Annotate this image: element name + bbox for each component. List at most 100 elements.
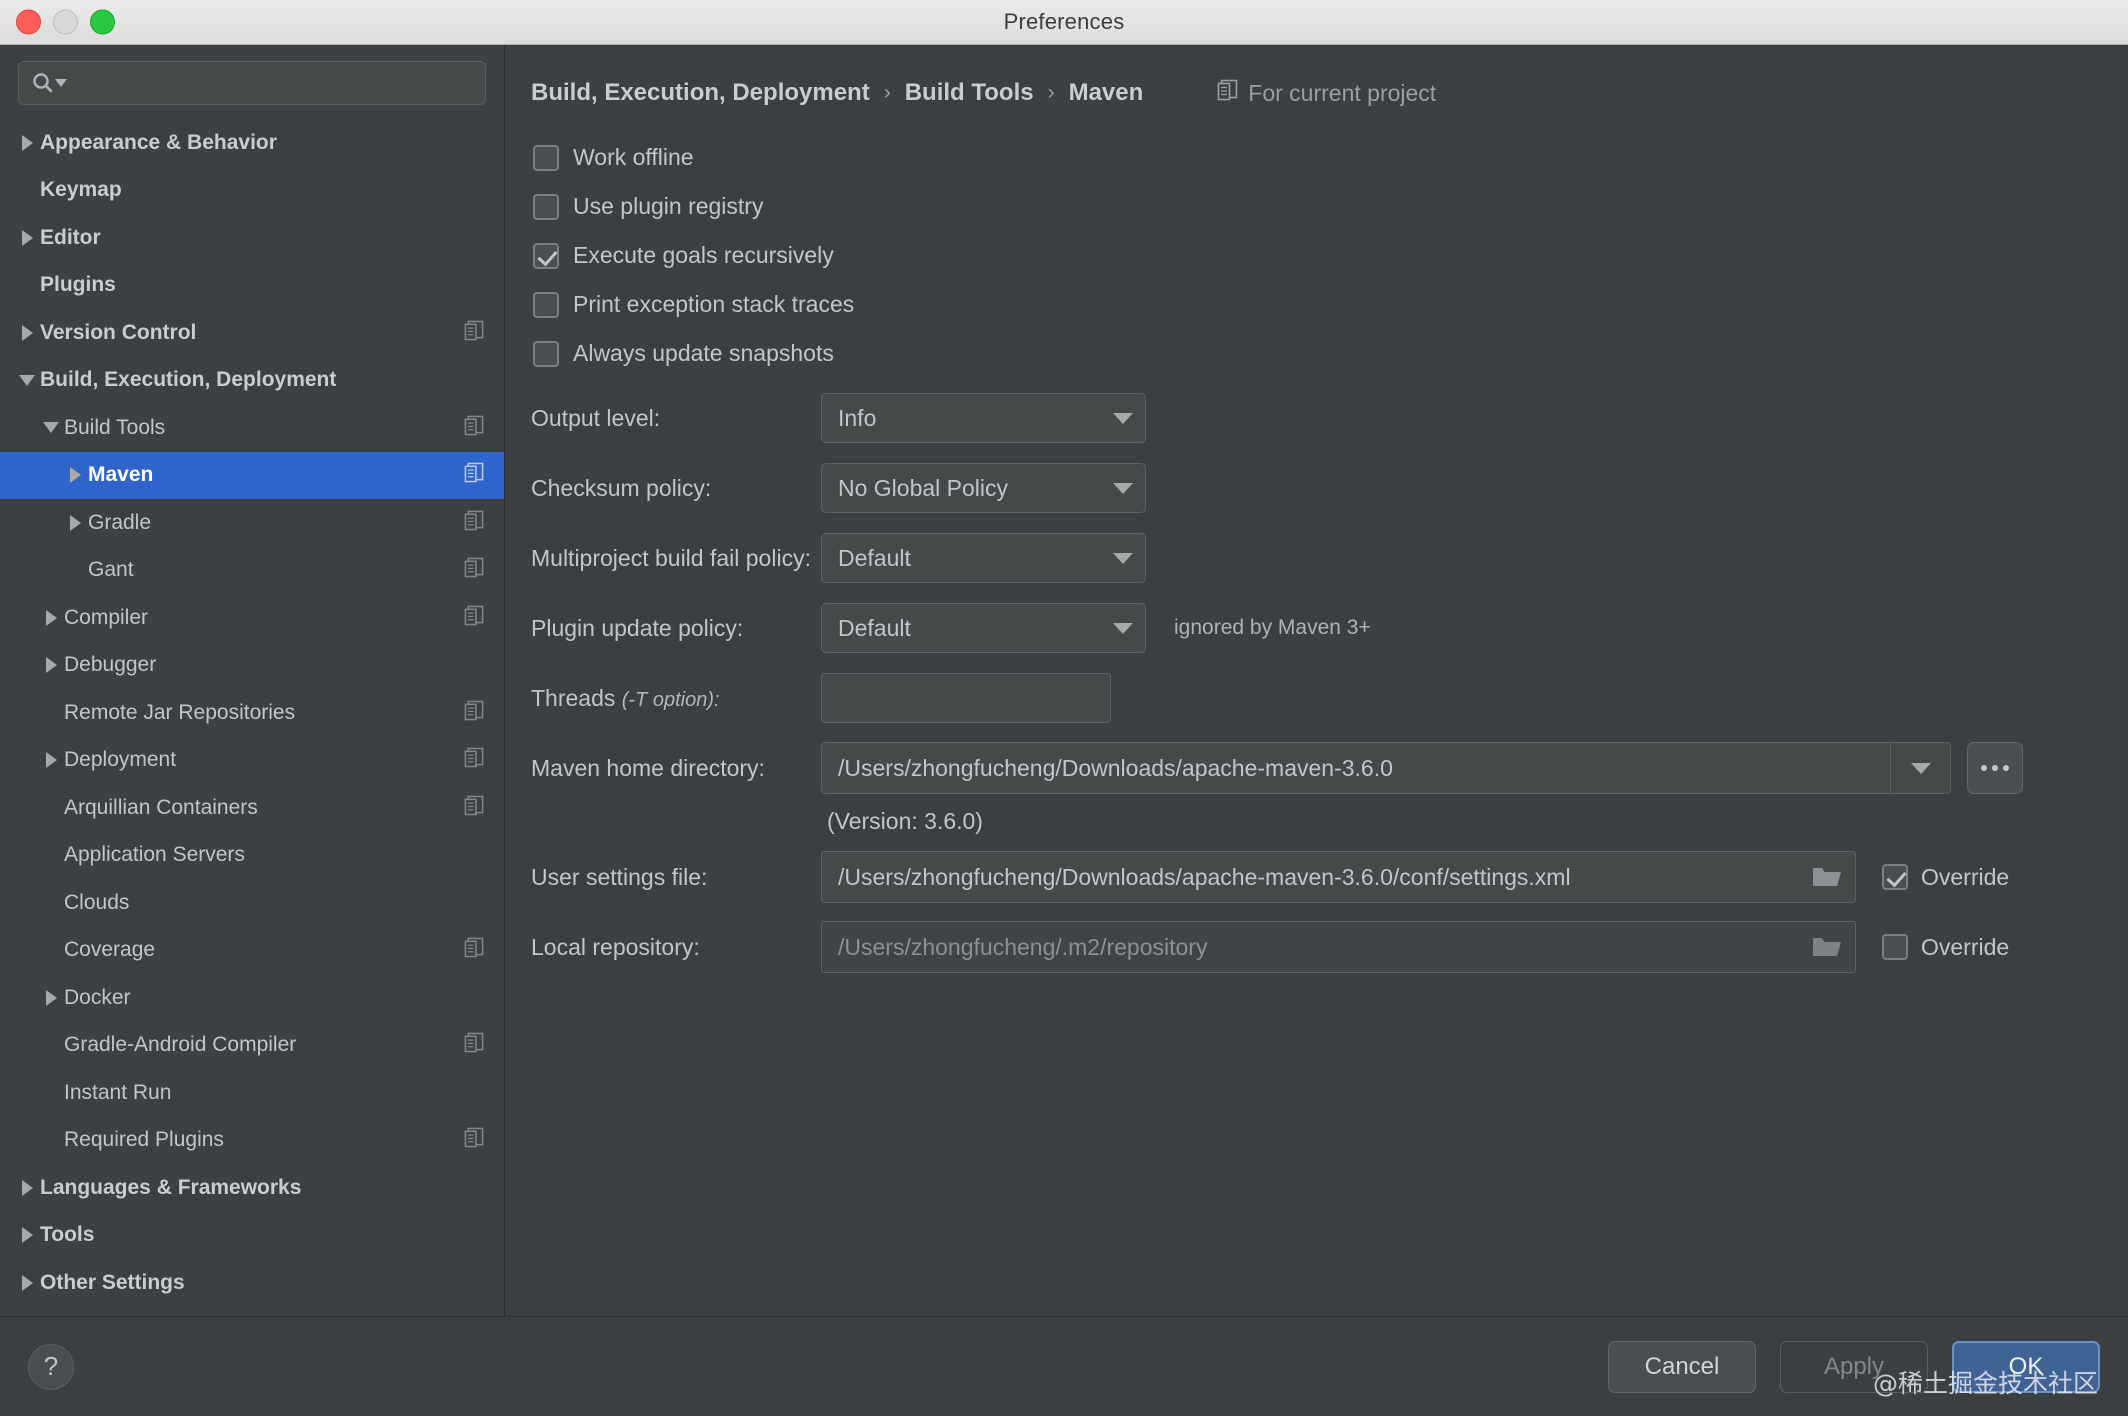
sidebar-item-build-tools[interactable]: Build Tools xyxy=(0,404,504,452)
chevron-down-icon[interactable] xyxy=(38,422,64,433)
local-repository-input[interactable]: /Users/zhongfucheng/.m2/repository xyxy=(821,921,1856,973)
checkbox-execute-goals-recursively[interactable] xyxy=(533,243,559,269)
checksum-policy-select[interactable]: No Global Policy xyxy=(821,463,1146,513)
settings-sidebar: Appearance & BehaviorKeymap Editor Plugins… xyxy=(0,45,505,1316)
sidebar-item-arquillian-containers[interactable]: Arquillian Containers xyxy=(0,784,504,832)
sidebar-item-keymap[interactable]: Keymap xyxy=(0,167,504,215)
sidebar-item-other-settings[interactable]: Other Settings xyxy=(0,1259,504,1307)
chevron-right-icon[interactable] xyxy=(14,1180,40,1196)
ellipsis-icon xyxy=(2003,765,2009,771)
sidebar-item-label: Editor xyxy=(40,226,101,250)
sidebar-item-label: Plugins xyxy=(40,273,116,297)
threads-input[interactable] xyxy=(821,673,1111,723)
sidebar-item-docker[interactable]: Docker xyxy=(0,974,504,1022)
copy-badge-icon xyxy=(464,462,484,488)
settings-tree[interactable]: Appearance & BehaviorKeymap Editor Plugins… xyxy=(0,115,504,1316)
cancel-button[interactable]: Cancel xyxy=(1608,1341,1756,1393)
checkbox-row-use-plugin-registry[interactable]: Use plugin registry xyxy=(533,182,2098,231)
sidebar-item-label: Deployment xyxy=(64,748,176,772)
output-level-select[interactable]: Info xyxy=(821,393,1146,443)
chevron-right-icon[interactable] xyxy=(38,657,64,673)
sidebar-item-gradle[interactable]: Gradle xyxy=(0,499,504,547)
chevron-right-icon[interactable] xyxy=(38,752,64,768)
chevron-right-icon[interactable] xyxy=(38,990,64,1006)
user-settings-override-checkbox[interactable] xyxy=(1882,864,1908,890)
multiproject-policy-select[interactable]: Default xyxy=(821,533,1146,583)
maven-home-combo[interactable]: /Users/zhongfucheng/Downloads/apache-mav… xyxy=(821,742,1951,794)
sidebar-item-label: Arquillian Containers xyxy=(64,796,258,820)
sidebar-item-compiler[interactable]: Compiler xyxy=(0,594,504,642)
chevron-right-icon[interactable] xyxy=(38,610,64,626)
checkbox-use-plugin-registry[interactable] xyxy=(533,194,559,220)
chevron-right-icon[interactable] xyxy=(14,1227,40,1243)
user-settings-input[interactable]: /Users/zhongfucheng/Downloads/apache-mav… xyxy=(821,851,1856,903)
sidebar-item-deployment[interactable]: Deployment xyxy=(0,737,504,785)
chevron-right-icon[interactable] xyxy=(14,325,40,341)
checkbox-row-work-offline[interactable]: Work offline xyxy=(533,133,2098,182)
ok-button[interactable]: OK xyxy=(1952,1341,2100,1393)
sidebar-item-editor[interactable]: Editor xyxy=(0,214,504,262)
user-settings-value: /Users/zhongfucheng/Downloads/apache-mav… xyxy=(822,864,1799,891)
chevron-down-icon xyxy=(1113,623,1133,634)
sidebar-item-build-execution-deployment[interactable]: Build, Execution, Deployment xyxy=(0,357,504,405)
folder-icon[interactable] xyxy=(1799,935,1855,959)
search-dropdown-icon[interactable] xyxy=(55,79,67,88)
search-input[interactable] xyxy=(77,73,473,94)
close-button[interactable] xyxy=(16,10,41,35)
zoom-button[interactable] xyxy=(90,10,115,35)
sidebar-item-instant-run[interactable]: Instant Run xyxy=(0,1069,504,1117)
window-title: Preferences xyxy=(0,9,2128,35)
sidebar-item-languages-frameworks[interactable]: Languages & Frameworks xyxy=(0,1164,504,1212)
chevron-right-icon[interactable] xyxy=(14,135,40,151)
checkbox-row-print-exception-stack-traces[interactable]: Print exception stack traces xyxy=(533,280,2098,329)
sidebar-item-debugger[interactable]: Debugger xyxy=(0,642,504,690)
output-level-row: Output level: Info xyxy=(527,392,2098,444)
checkbox-print-exception-stack-traces[interactable] xyxy=(533,292,559,318)
breadcrumb-item-build-tools[interactable]: Build Tools xyxy=(905,79,1034,107)
sidebar-item-version-control[interactable]: Version Control xyxy=(0,309,504,357)
user-settings-override-group[interactable]: Override xyxy=(1882,864,2009,891)
sidebar-item-gradle-android-compiler[interactable]: Gradle-Android Compiler xyxy=(0,1022,504,1070)
search-box[interactable] xyxy=(18,61,486,105)
chevron-right-icon[interactable] xyxy=(62,515,88,531)
copy-badge-icon xyxy=(464,510,484,536)
sidebar-item-gant[interactable]: Gant xyxy=(0,547,504,595)
local-repository-override-checkbox[interactable] xyxy=(1882,934,1908,960)
sidebar-item-required-plugins[interactable]: Required Plugins xyxy=(0,1117,504,1165)
checkbox-always-update-snapshots[interactable] xyxy=(533,341,559,367)
chevron-right-icon[interactable] xyxy=(62,467,88,483)
sidebar-item-appearance-behavior[interactable]: Appearance & Behavior xyxy=(0,119,504,167)
sidebar-item-maven[interactable]: Maven xyxy=(0,452,504,500)
maven-home-dropdown-button[interactable] xyxy=(1890,743,1950,793)
sidebar-item-coverage[interactable]: Coverage xyxy=(0,927,504,975)
folder-icon[interactable] xyxy=(1799,865,1855,889)
dialog-footer: ? Cancel Apply OK @稀土掘金技术社区 xyxy=(0,1316,2128,1416)
checkbox-label-print-exception-stack-traces: Print exception stack traces xyxy=(573,291,854,318)
copy-badge-icon xyxy=(464,747,484,773)
maven-home-browse-button[interactable] xyxy=(1967,742,2023,794)
sidebar-item-application-servers[interactable]: Application Servers xyxy=(0,832,504,880)
multiproject-policy-label: Multiproject build fail policy: xyxy=(531,545,821,572)
plugin-update-policy-select[interactable]: Default xyxy=(821,603,1146,653)
checkbox-row-execute-goals-recursively[interactable]: Execute goals recursively xyxy=(533,231,2098,280)
breadcrumb-item-maven[interactable]: Maven xyxy=(1069,79,1144,107)
help-button[interactable]: ? xyxy=(28,1344,74,1390)
sidebar-item-clouds[interactable]: Clouds xyxy=(0,879,504,927)
checksum-policy-value: No Global Policy xyxy=(838,475,1113,502)
apply-button[interactable]: Apply xyxy=(1780,1341,1928,1393)
local-repository-override-group[interactable]: Override xyxy=(1882,934,2009,961)
chevron-right-icon[interactable] xyxy=(14,1275,40,1291)
minimize-button[interactable] xyxy=(53,10,78,35)
chevron-right-icon[interactable] xyxy=(14,230,40,246)
sidebar-item-plugins[interactable]: Plugins xyxy=(0,262,504,310)
threads-label-sub: (-T option): xyxy=(622,689,720,711)
checkbox-label-execute-goals-recursively: Execute goals recursively xyxy=(573,242,834,269)
checkbox-row-always-update-snapshots[interactable]: Always update snapshots xyxy=(533,329,2098,378)
checkbox-work-offline[interactable] xyxy=(533,145,559,171)
sidebar-item-tools[interactable]: Tools xyxy=(0,1212,504,1260)
sidebar-item-remote-jar-repositories[interactable]: Remote Jar Repositories xyxy=(0,689,504,737)
sidebar-item-label: Compiler xyxy=(64,606,148,630)
chevron-down-icon[interactable] xyxy=(14,375,40,386)
checkbox-label-use-plugin-registry: Use plugin registry xyxy=(573,193,763,220)
breadcrumb-item-build-execution-deployment[interactable]: Build, Execution, Deployment xyxy=(531,79,870,107)
